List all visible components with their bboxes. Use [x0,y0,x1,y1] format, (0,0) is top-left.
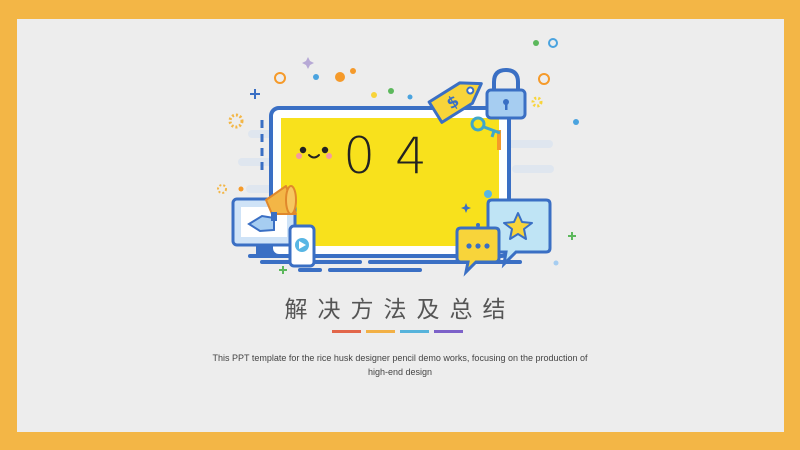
accent-bar-purple [434,330,463,333]
accent-bar-red [332,330,361,333]
accent-bar-blue [400,330,429,333]
chat-bubble-icon [455,226,501,277]
illustration: $ [217,38,579,277]
section-number: 04 [343,127,447,185]
description-line-2: high-end design [367,367,433,377]
description: This PPT template for the rice husk desi… [160,351,640,379]
accent-bar-orange [366,330,395,333]
section-title: 解决方法及总结 [284,297,516,323]
description-line-1: This PPT template for the rice husk desi… [212,353,588,363]
padlock-icon [485,67,527,120]
phone-video-icon [288,224,316,268]
accent-bars [332,330,463,333]
